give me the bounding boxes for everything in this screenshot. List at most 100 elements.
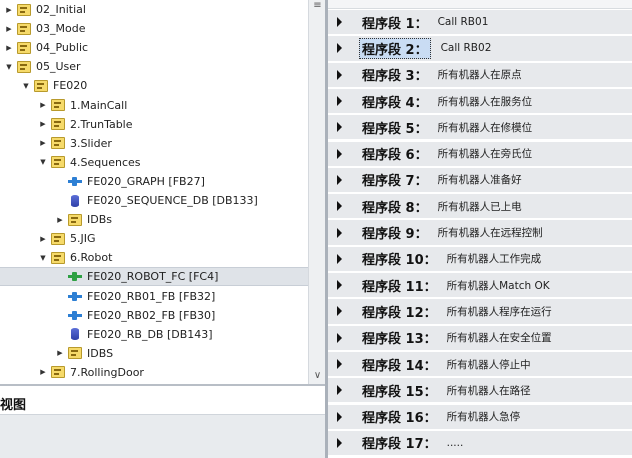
project-tree: ▶ 02_Initial ▶ 03_Mode ▶ 04_Public ▼ 05_User ▼ FE… [0, 0, 308, 384]
network-title[interactable]: 所有机器人准备好 [438, 172, 522, 187]
network-row[interactable]: 程序段 15： 所有机器人在路径 [328, 378, 632, 404]
collapse-arrow-icon[interactable]: ▶ [4, 5, 14, 15]
tree-item[interactable]: ▶ 2.TrunTable [0, 115, 308, 134]
collapse-arrow-icon[interactable]: ▶ [38, 234, 48, 244]
folder-icon [51, 251, 65, 264]
tree-item[interactable]: ▼ FE020 [0, 76, 308, 95]
tree-item-label: 7.RollingDoor [70, 365, 144, 379]
network-row[interactable]: 程序段 9： 所有机器人在远程控制 [328, 220, 632, 246]
network-title[interactable]: 所有机器人急停 [447, 409, 521, 424]
tree-item[interactable]: ▶ IDBS [0, 344, 308, 363]
expand-network-icon[interactable] [337, 148, 342, 159]
scroll-down-icon[interactable]: ∨ [312, 370, 323, 382]
expand-network-icon[interactable] [337, 332, 342, 343]
tree-scrollbar[interactable]: ≡ ∨ [308, 0, 325, 384]
network-row[interactable]: 程序段 17：..... [328, 430, 632, 457]
network-title[interactable]: 所有机器人在修模位 [438, 120, 533, 135]
scroll-up-icon[interactable]: ≡ [312, 0, 323, 12]
expand-arrow-icon[interactable]: ▼ [38, 157, 48, 167]
expand-network-icon[interactable] [337, 306, 342, 317]
tree-item[interactable]: ▶ 1.MainCall [0, 96, 308, 115]
tree-item[interactable]: FE020_RB01_FB [FB32] [0, 287, 308, 306]
collapse-arrow-icon[interactable]: ▶ [4, 24, 14, 34]
network-title[interactable]: 所有机器人在路径 [447, 383, 531, 398]
tree-item[interactable]: FE020_RB_DB [DB143] [0, 325, 308, 344]
expand-network-icon[interactable] [337, 174, 342, 185]
network-title[interactable]: 所有机器人在远程控制 [438, 225, 543, 240]
tree-item[interactable]: ▼ 05_User [0, 57, 308, 76]
network-row[interactable]: 程序段 12： 所有机器人程序在运行 [328, 299, 632, 325]
network-row[interactable]: 程序段 1： Call RB01 [328, 10, 632, 36]
tree-item[interactable]: ▶ 04_Public [0, 38, 308, 57]
network-title[interactable]: 所有机器人停止中 [447, 357, 531, 372]
collapse-arrow-icon[interactable]: ▶ [4, 43, 14, 53]
network-row[interactable]: 程序段 5： 所有机器人在修模位 [328, 115, 632, 141]
tree-item[interactable]: ▼ 6.Robot [0, 248, 308, 267]
tree-item[interactable]: FE020_GRAPH [FB27] [0, 172, 308, 191]
collapse-arrow-icon[interactable]: ▶ [38, 100, 48, 110]
network-row[interactable]: 程序段 3： 所有机器人在原点 [328, 62, 632, 88]
expand-network-icon[interactable] [337, 385, 342, 396]
network-title[interactable]: 所有机器人在旁氏位 [438, 146, 533, 161]
expand-arrow-icon[interactable]: ▼ [4, 62, 14, 72]
expand-network-icon[interactable] [337, 253, 342, 264]
expand-network-icon[interactable] [337, 69, 342, 80]
expand-network-icon[interactable] [337, 17, 342, 28]
network-label: 程序段 11： [362, 279, 437, 295]
expand-network-icon[interactable] [337, 96, 342, 107]
network-title[interactable]: 所有机器人程序在运行 [447, 304, 552, 319]
network-label: 程序段 9： [362, 227, 428, 243]
network-label: 程序段 5： [362, 121, 428, 137]
network-title[interactable]: 所有机器人工作完成 [447, 251, 542, 266]
network-row[interactable]: 程序段 13： 所有机器人在安全位置 [328, 325, 632, 351]
expand-network-icon[interactable] [337, 122, 342, 133]
network-label: 程序段 16： [362, 411, 437, 427]
expand-network-icon[interactable] [337, 201, 342, 212]
network-title[interactable]: 所有机器人Match OK [447, 278, 550, 293]
expand-arrow-icon[interactable]: ▼ [21, 81, 31, 91]
expand-network-icon[interactable] [337, 359, 342, 370]
expand-network-icon[interactable] [337, 43, 342, 54]
tree-item[interactable]: FE020_RB02_FB [FB30] [0, 306, 308, 325]
expand-network-icon[interactable] [337, 227, 342, 238]
collapse-arrow-icon[interactable]: ▶ [55, 215, 65, 225]
collapse-arrow-icon[interactable]: ▶ [38, 367, 48, 377]
network-label: 程序段 6： [362, 148, 428, 164]
tree-item[interactable]: ▶ IDBs [0, 210, 308, 229]
expand-arrow-icon[interactable]: ▼ [38, 253, 48, 263]
network-row[interactable]: 程序段 10： 所有机器人工作完成 [328, 246, 632, 272]
network-title[interactable]: Call RB01 [438, 16, 489, 28]
tree-item[interactable]: ▶ 5.JIG [0, 229, 308, 248]
network-row[interactable]: 程序段 7： 所有机器人准备好 [328, 167, 632, 194]
network-row[interactable]: 程序段 6： 所有机器人在旁氏位 [328, 141, 632, 167]
tree-item[interactable]: ▶ 03_Mode [0, 19, 308, 38]
network-row[interactable]: 程序段 14： 所有机器人停止中 [328, 351, 632, 378]
network-row[interactable]: 程序段 16： 所有机器人急停 [328, 404, 632, 430]
expand-network-icon[interactable] [337, 280, 342, 291]
tree-item[interactable]: ▶ 02_Initial [0, 0, 308, 19]
network-label: 程序段 8： [362, 200, 428, 216]
network-title[interactable]: 所有机器人在原点 [438, 67, 522, 82]
editor-header-strip [328, 0, 632, 9]
collapse-arrow-icon[interactable]: ▶ [38, 138, 48, 148]
network-title[interactable]: 所有机器人已上电 [438, 199, 522, 214]
tree-item[interactable]: ▶ 7.RollingDoor [0, 363, 308, 382]
network-row[interactable]: 程序段 11： 所有机器人Match OK [328, 273, 632, 299]
network-row[interactable]: 程序段 4： 所有机器人在服务位 [328, 88, 632, 115]
network-row[interactable]: 程序段 8： 所有机器人已上电 [328, 194, 632, 220]
collapse-arrow-icon[interactable]: ▶ [38, 119, 48, 129]
network-title[interactable]: Call RB02 [441, 42, 492, 54]
network-title[interactable]: 所有机器人在安全位置 [447, 330, 552, 345]
network-label: 程序段 7： [362, 174, 428, 190]
tree-item[interactable]: ▶ 3.Slider [0, 134, 308, 153]
tree-item[interactable]: ▼ 4.Sequences [0, 153, 308, 172]
network-title[interactable]: ..... [447, 437, 464, 449]
expand-network-icon[interactable] [337, 437, 342, 448]
tree-item[interactable]: FE020_ROBOT_FC [FC4] [0, 267, 308, 287]
collapse-arrow-icon[interactable]: ▶ [55, 348, 65, 358]
tree-item[interactable]: FE020_SEQUENCE_DB [DB133] [0, 191, 308, 210]
network-row[interactable]: 程序段 2： Call RB02 [328, 36, 632, 62]
expand-network-icon[interactable] [337, 411, 342, 422]
network-title[interactable]: 所有机器人在服务位 [438, 94, 533, 109]
